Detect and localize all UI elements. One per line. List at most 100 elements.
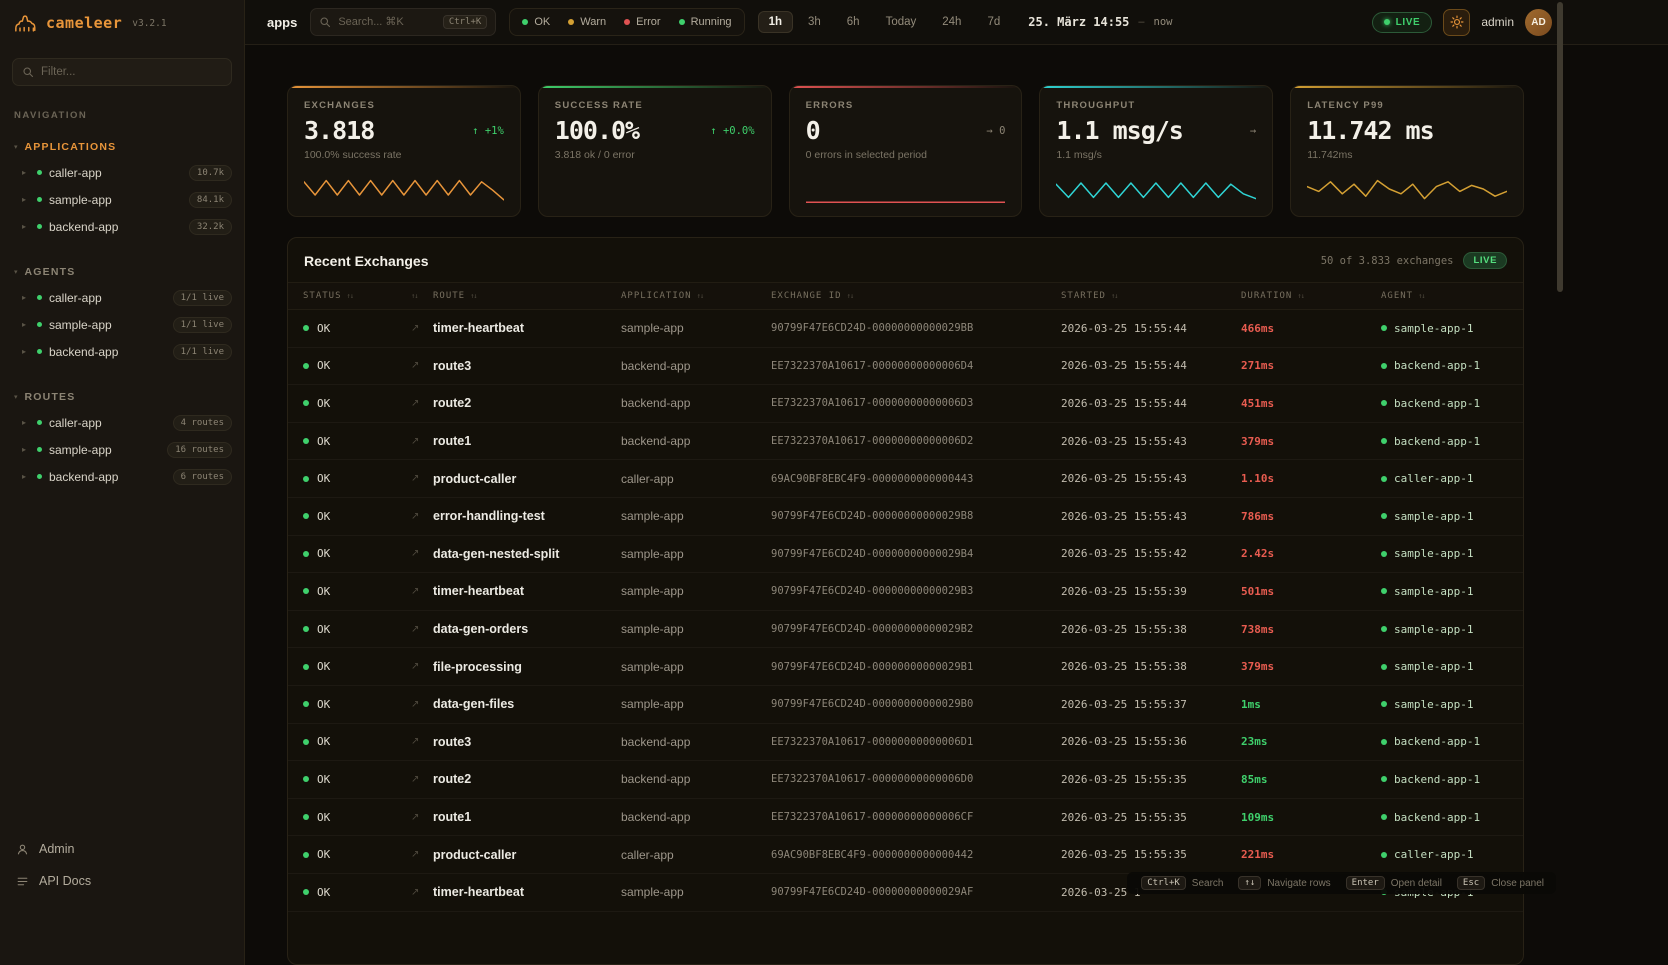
status-filter-chip[interactable]: OK [513,11,559,33]
time-range-button[interactable]: 7d [976,11,1011,33]
section-header-routes[interactable]: ▾ ROUTES [0,385,244,409]
sidebar-item-application[interactable]: ▸ backend-app 32.2k [0,213,244,240]
status-dot [303,551,309,557]
chip-label: OK [534,16,550,28]
time-range-button[interactable]: 3h [797,11,832,33]
stat-card: THROUGHPUT 1.1 msg/s → 1.1 msg/s [1039,85,1273,217]
agent-status-dot [1381,588,1387,594]
table-row[interactable]: OK ↗ data-gen-files sample-app 90799F47E… [288,686,1523,724]
table-row[interactable]: OK ↗ timer-heartbeat sample-app 90799F47… [288,310,1523,348]
sidebar-item-admin[interactable]: Admin [0,833,244,865]
chevron-right-icon: ▸ [22,418,30,427]
open-route-icon[interactable]: ↗ [411,736,433,747]
open-route-icon[interactable]: ↗ [411,398,433,409]
agent-status-dot [1381,400,1387,406]
table-row[interactable]: OK ↗ route3 backend-app EE7322370A10617-… [288,724,1523,762]
status-filter-chip[interactable]: Error [615,11,669,33]
column-header-started[interactable]: STARTED↑↓ [1061,291,1241,301]
sidebar-item-agent[interactable]: ▸ sample-app 1/1 live [0,311,244,338]
open-route-icon[interactable]: ↗ [411,774,433,785]
column-header-agent[interactable]: AGENT↑↓ [1381,291,1508,301]
exchange-id-cell: 69AC90BF8EBC4F9-0000000000000443 [771,473,1061,485]
open-route-icon[interactable]: ↗ [411,548,433,559]
time-range-button[interactable]: Today [875,11,928,33]
column-header-route[interactable]: ROUTE↑↓ [433,291,621,301]
stat-label: SUCCESS RATE [555,100,755,111]
column-header-link[interactable]: ↑↓ [411,292,433,300]
sidebar-item-route[interactable]: ▸ backend-app 6 routes [0,463,244,490]
status-dot [37,474,42,479]
status-cell: OK [303,510,411,523]
application-cell: sample-app [621,697,771,711]
agent-cell: sample-app-1 [1381,623,1508,636]
open-route-icon[interactable]: ↗ [411,849,433,860]
open-route-icon[interactable]: ↗ [411,586,433,597]
stat-accent-line [790,86,1022,88]
search-input[interactable] [338,16,435,28]
column-header-status[interactable]: STATUS↑↓ [303,291,411,301]
table-row[interactable]: OK ↗ timer-heartbeat sample-app 90799F47… [288,573,1523,611]
sidebar-item-application[interactable]: ▸ sample-app 84.1k [0,186,244,213]
table-row[interactable]: OK ↗ route1 backend-app EE7322370A10617-… [288,423,1523,461]
open-route-icon[interactable]: ↗ [411,511,433,522]
table-row[interactable]: OK ↗ route2 backend-app EE7322370A10617-… [288,761,1523,799]
table-row[interactable]: OK ↗ route2 backend-app EE7322370A10617-… [288,385,1523,423]
sidebar-filter-input[interactable] [41,66,222,78]
status-dot [303,438,309,444]
section-title: AGENTS [25,266,76,278]
table-row[interactable]: OK ↗ product-caller caller-app 69AC90BF8… [288,836,1523,874]
table-row[interactable]: OK ↗ data-gen-orders sample-app 90799F47… [288,611,1523,649]
sort-icon: ↑↓ [411,292,417,300]
time-range-button[interactable]: 6h [836,11,871,33]
duration-cell: 109ms [1241,811,1381,824]
status-dot [303,889,309,895]
scrollbar-thumb[interactable] [1557,2,1563,292]
open-route-icon[interactable]: ↗ [411,661,433,672]
time-range-button[interactable]: 1h [758,11,793,33]
section-header-agents[interactable]: ▾ AGENTS [0,260,244,284]
brand[interactable]: cameleer v3.2.1 [0,0,244,46]
topbar-right: LIVE admin AD [1372,9,1552,36]
table-row[interactable]: OK ↗ route3 backend-app EE7322370A10617-… [288,348,1523,386]
table-row[interactable]: OK ↗ error-handling-test sample-app 9079… [288,498,1523,536]
chip-label: Warn [580,16,606,28]
column-header-exchange-id[interactable]: EXCHANGE ID↑↓ [771,291,1061,301]
agent-cell: backend-app-1 [1381,359,1508,372]
status-filter-chip[interactable]: Warn [559,11,615,33]
stat-subtext: 100.0% success rate [304,149,504,161]
column-header-application[interactable]: APPLICATION↑↓ [621,291,771,301]
hint-label: Navigate rows [1267,878,1330,889]
sidebar-item-api-docs[interactable]: API Docs [0,865,244,897]
open-route-icon[interactable]: ↗ [411,360,433,371]
duration-cell: 23ms [1241,735,1381,748]
sidebar-item-route[interactable]: ▸ sample-app 16 routes [0,436,244,463]
avatar[interactable]: AD [1525,9,1552,36]
status-filter-chip[interactable]: Running [670,11,741,33]
sidebar-item-route[interactable]: ▸ caller-app 4 routes [0,409,244,436]
date-range-display[interactable]: 25. März 14:55 – now [1028,15,1172,29]
open-route-icon[interactable]: ↗ [411,624,433,635]
open-route-icon[interactable]: ↗ [411,887,433,898]
open-route-icon[interactable]: ↗ [411,699,433,710]
sidebar-item-application[interactable]: ▸ caller-app 10.7k [0,159,244,186]
open-route-icon[interactable]: ↗ [411,473,433,484]
hint-key-badge: ↑↓ [1238,876,1261,890]
table-row[interactable]: OK ↗ data-gen-nested-split sample-app 90… [288,536,1523,574]
live-toggle[interactable]: LIVE [1372,12,1433,33]
theme-toggle-button[interactable] [1443,9,1470,36]
application-cell: backend-app [621,772,771,786]
section-title: ROUTES [25,391,76,403]
open-route-icon[interactable]: ↗ [411,436,433,447]
table-row[interactable]: OK ↗ file-processing sample-app 90799F47… [288,648,1523,686]
search-shortcut-badge: Ctrl+K [443,15,488,29]
column-header-duration[interactable]: DURATION↑↓ [1241,291,1381,301]
table-row[interactable]: OK ↗ route1 backend-app EE7322370A10617-… [288,799,1523,837]
sidebar-item-agent[interactable]: ▸ backend-app 1/1 live [0,338,244,365]
open-route-icon[interactable]: ↗ [411,812,433,823]
sidebar-item-label: backend-app [49,470,118,484]
section-header-applications[interactable]: ▾ APPLICATIONS [0,135,244,159]
open-route-icon[interactable]: ↗ [411,323,433,334]
table-row[interactable]: OK ↗ product-caller caller-app 69AC90BF8… [288,460,1523,498]
sidebar-item-agent[interactable]: ▸ caller-app 1/1 live [0,284,244,311]
time-range-button[interactable]: 24h [931,11,972,33]
